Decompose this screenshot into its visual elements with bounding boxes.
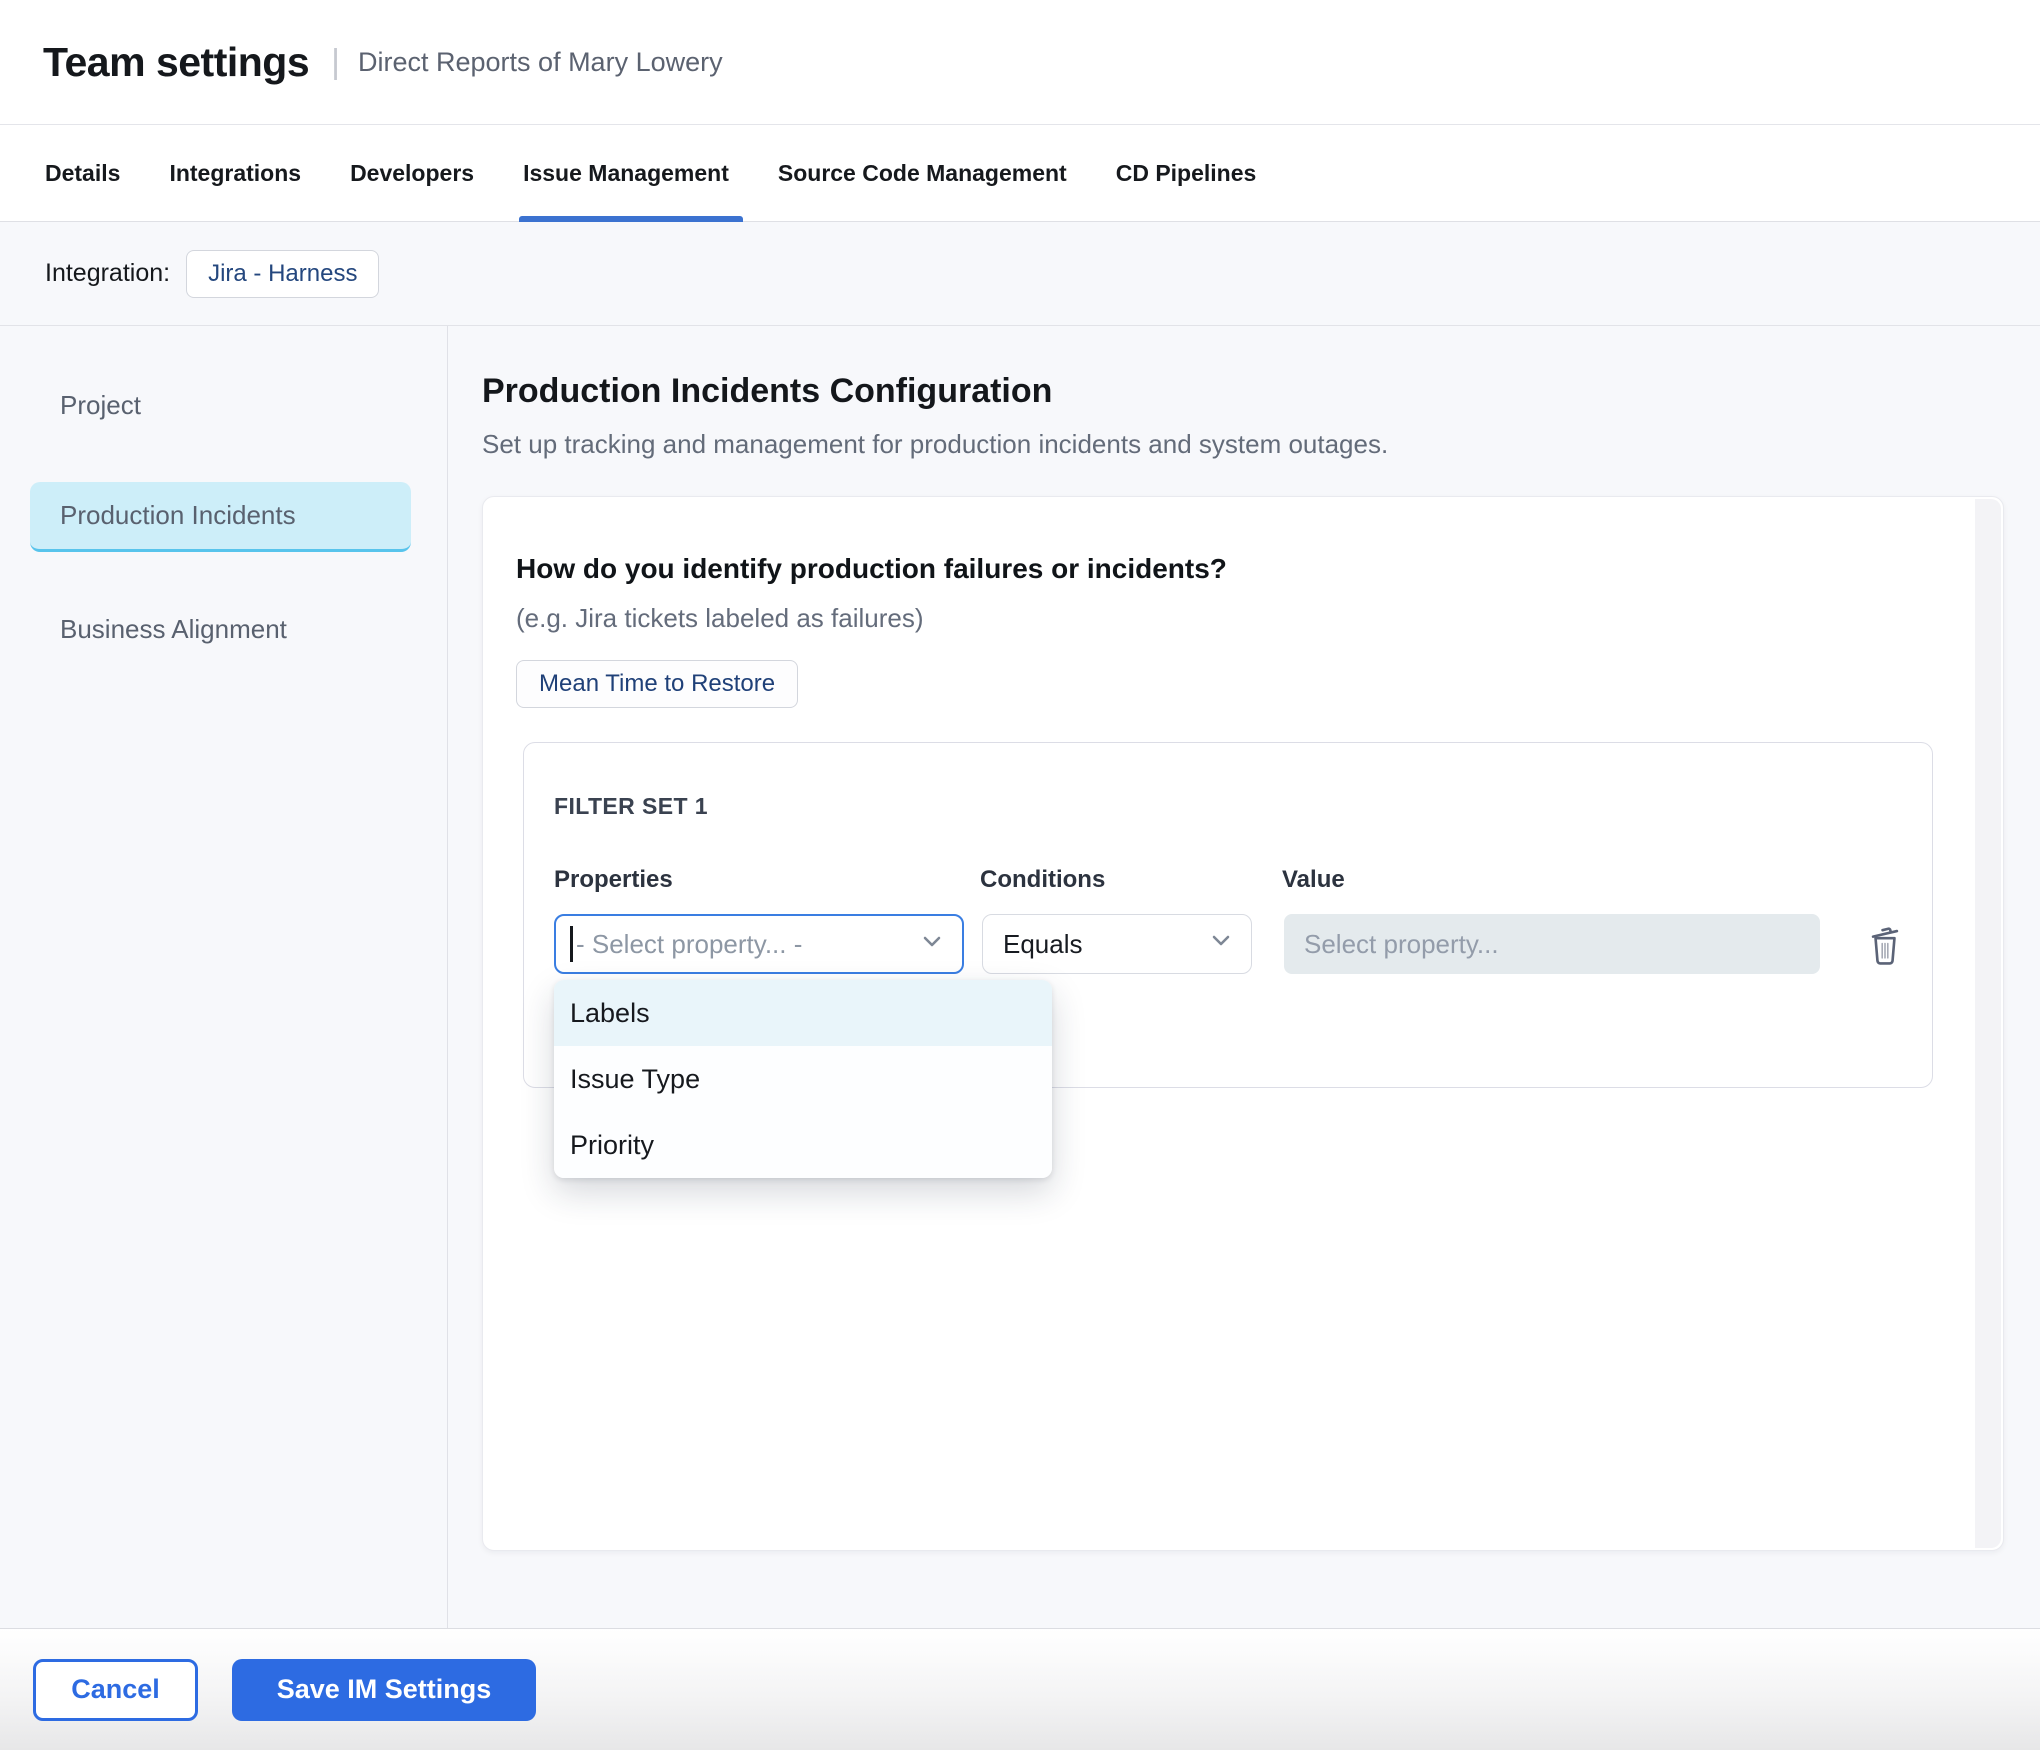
property-select-placeholder: - Select property... - [576,929,802,960]
dropdown-option-labels[interactable]: Labels [554,980,1052,1046]
text-cursor [570,926,573,962]
chevron-down-icon [1207,927,1235,962]
sidebar-item-business-alignment[interactable]: Business Alignment [30,594,411,664]
filter-set-title: FILTER SET 1 [554,793,1932,820]
tab-details[interactable]: Details [45,125,120,221]
filter-set-box: FILTER SET 1 Properties Conditions Value… [523,742,1933,1088]
integration-chip-jira-harness[interactable]: Jira - Harness [186,250,379,298]
column-header-properties: Properties [554,866,980,894]
tab-source-code-management[interactable]: Source Code Management [778,125,1067,221]
sidebar-item-project[interactable]: Project [30,370,411,440]
incidents-config-card: How do you identify production failures … [482,496,2004,1551]
footer-action-bar: Cancel Save IM Settings [0,1628,2040,1750]
team-name-subtitle: Direct Reports of Mary Lowery [358,47,723,78]
metric-tab-mean-time-to-restore[interactable]: Mean Time to Restore [516,660,798,708]
cancel-button[interactable]: Cancel [33,1659,198,1721]
tab-developers[interactable]: Developers [350,125,474,221]
property-select[interactable]: - Select property... - Labels Issue Type… [554,914,964,974]
section-subtitle: Set up tracking and management for produ… [482,429,2040,460]
settings-sidebar: Project Production Incidents Business Al… [0,326,448,1628]
tab-issue-management[interactable]: Issue Management [523,125,729,221]
property-options-dropdown: Labels Issue Type Priority [554,980,1052,1178]
trash-icon [1864,956,1906,971]
condition-select[interactable]: Equals [982,914,1252,974]
config-hint: (e.g. Jira tickets labeled as failures) [516,603,2003,634]
title-separator: | [331,43,340,82]
column-header-conditions: Conditions [980,866,1282,894]
main-panel: Production Incidents Configuration Set u… [448,326,2040,1628]
dropdown-option-issue-type[interactable]: Issue Type [554,1046,1052,1112]
sidebar-item-production-incidents[interactable]: Production Incidents [30,482,411,552]
filter-row: - Select property... - Labels Issue Type… [554,914,1932,974]
column-header-value: Value [1282,866,1932,894]
page-header: Team settings | Direct Reports of Mary L… [0,0,2040,125]
settings-tab-bar: Details Integrations Developers Issue Ma… [0,125,2040,222]
tab-integrations[interactable]: Integrations [169,125,301,221]
condition-select-value: Equals [1003,929,1083,960]
chevron-down-icon [918,928,946,961]
card-scrollbar[interactable] [1975,499,2001,1548]
value-input[interactable] [1284,914,1820,974]
page-title: Team settings [43,39,309,86]
save-im-settings-button[interactable]: Save IM Settings [232,1659,536,1721]
tab-cd-pipelines[interactable]: CD Pipelines [1116,125,1257,221]
dropdown-option-priority[interactable]: Priority [554,1112,1052,1178]
integration-label: Integration: [45,259,170,288]
delete-filter-button[interactable] [1864,920,1906,968]
config-question: How do you identify production failures … [516,553,2003,585]
section-title: Production Incidents Configuration [482,372,2040,411]
integration-bar: Integration: Jira - Harness [0,222,2040,326]
filter-column-headers: Properties Conditions Value [554,866,1932,894]
content-area: Project Production Incidents Business Al… [0,326,2040,1628]
